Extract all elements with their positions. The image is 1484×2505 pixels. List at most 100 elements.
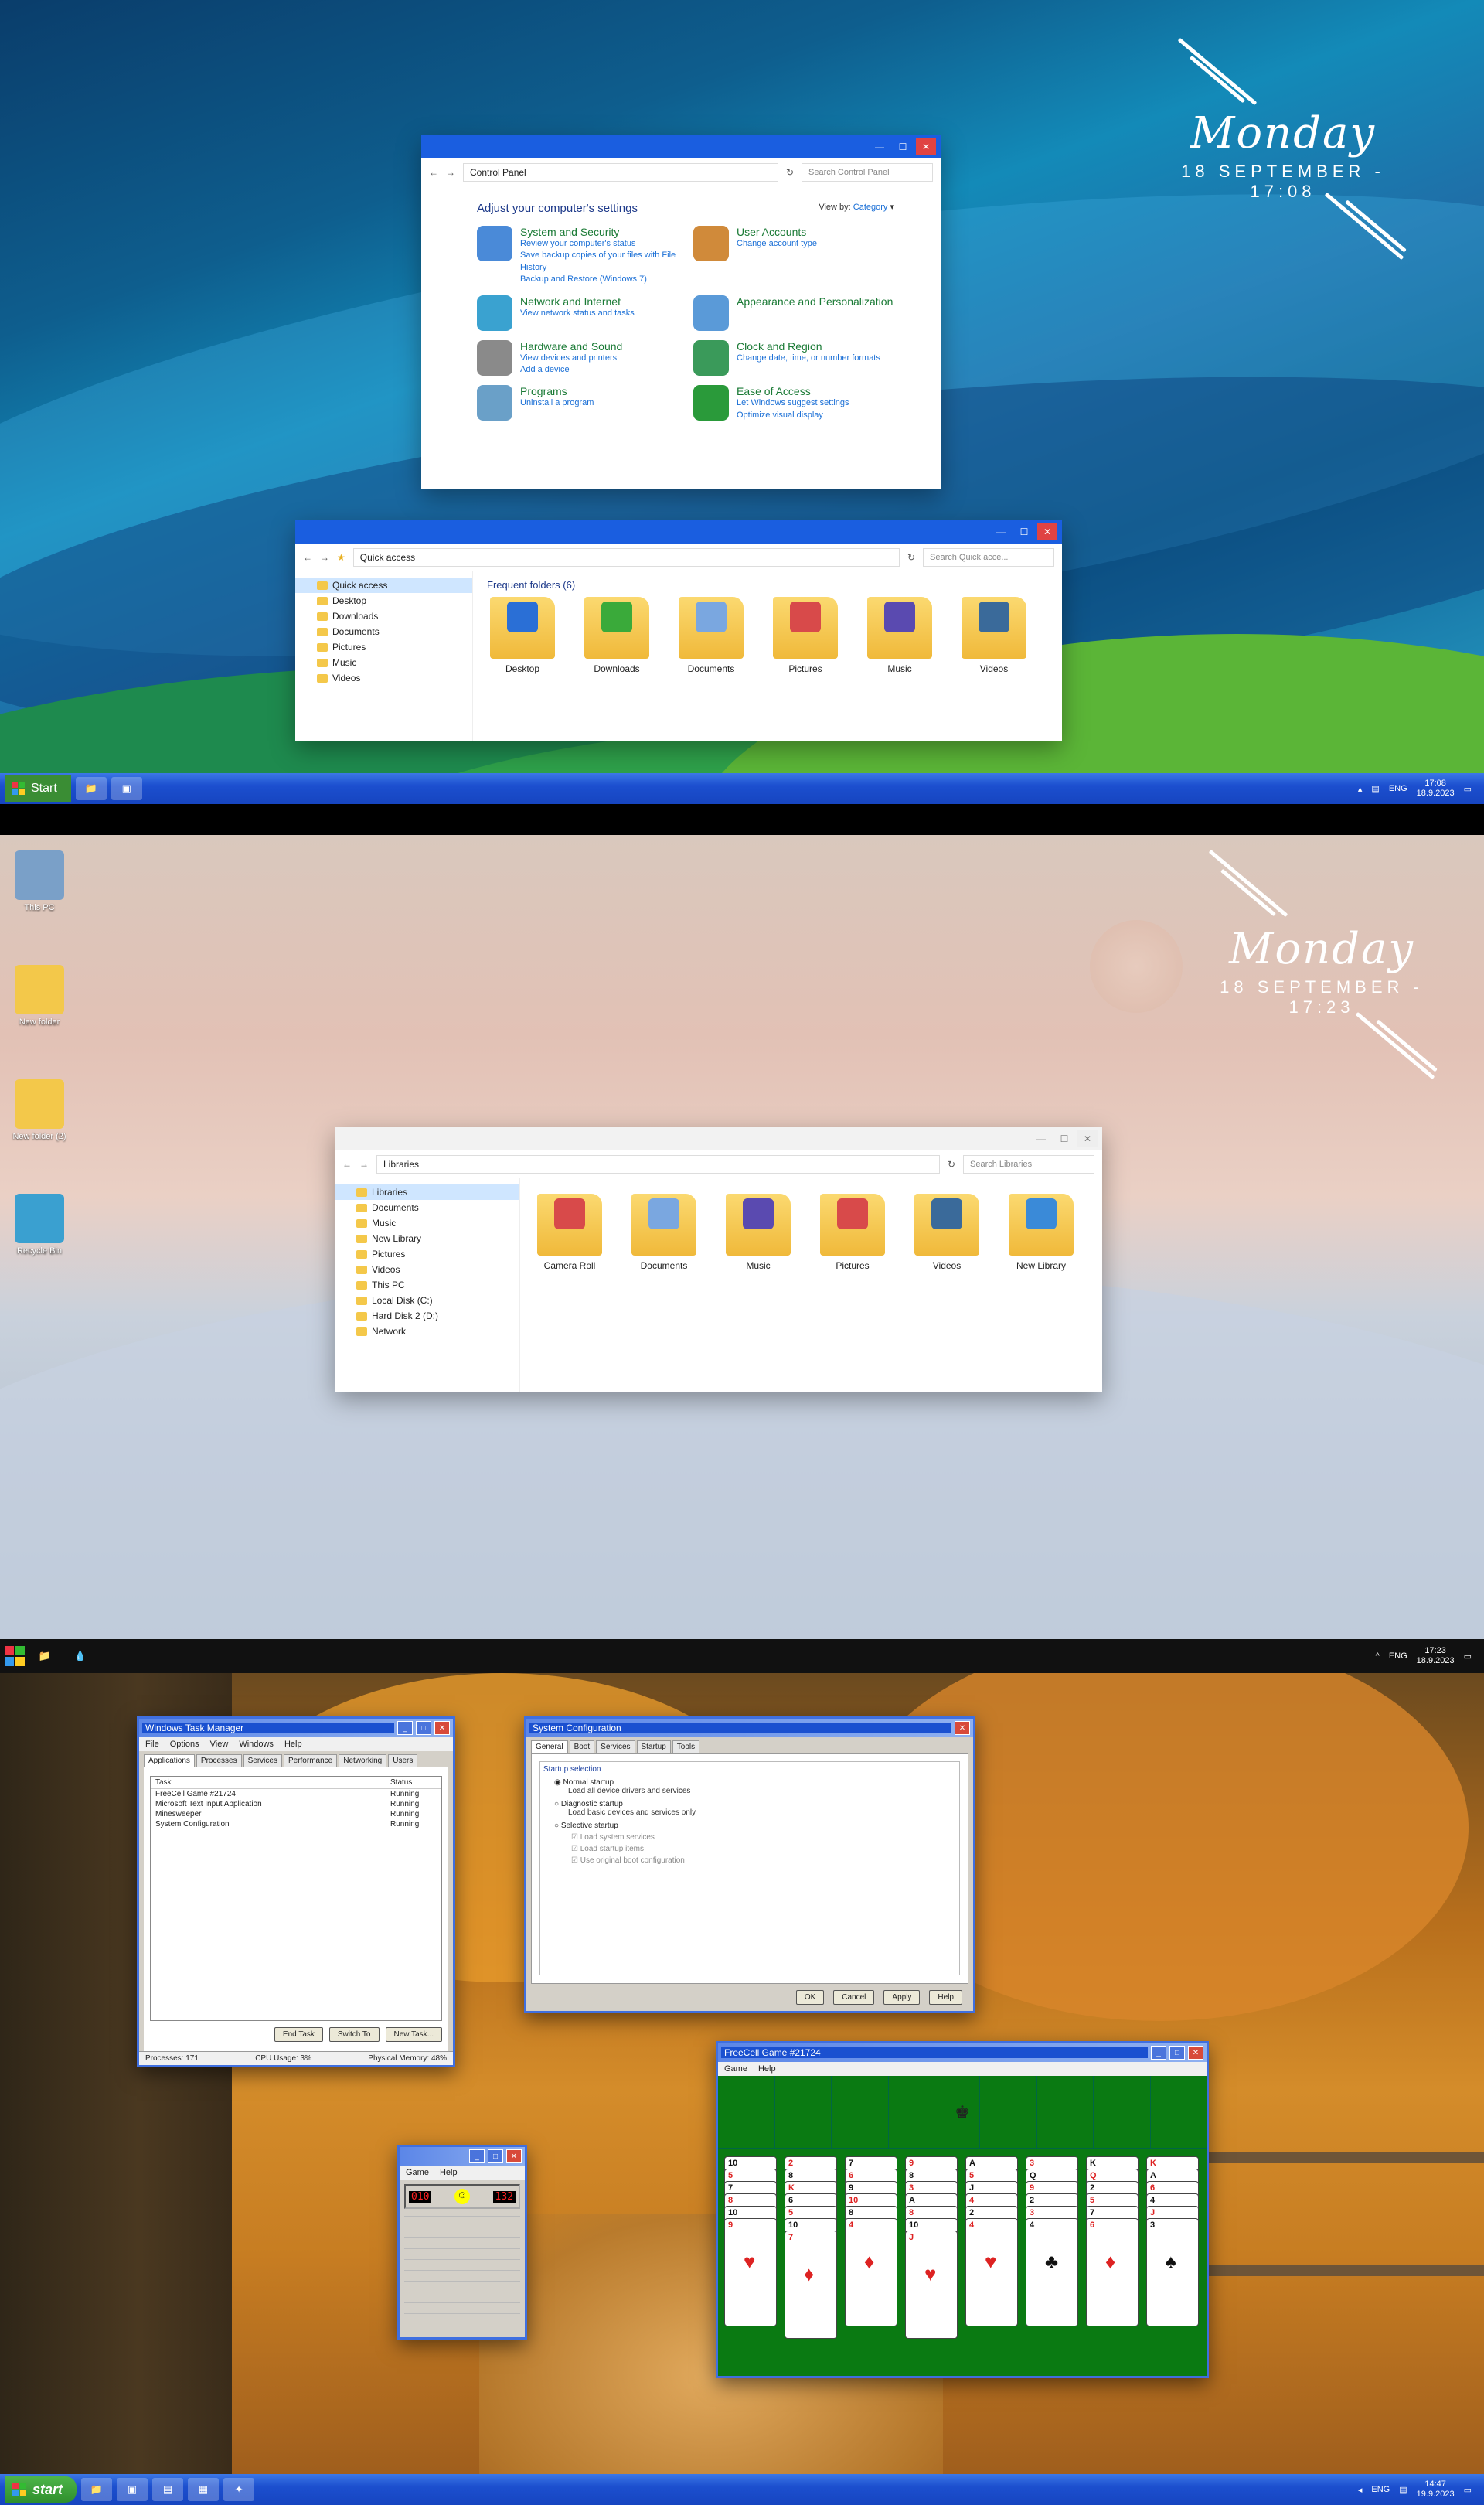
category-title[interactable]: Ease of Access [737, 385, 849, 397]
title-bar[interactable]: Windows Task Manager _ □ ✕ [139, 1719, 453, 1737]
tab[interactable]: Networking [339, 1754, 387, 1767]
notification-icon[interactable]: ▭ [1464, 784, 1472, 794]
category-item[interactable]: System and Security Review your computer'… [477, 226, 678, 286]
nav-item[interactable]: New Library [335, 1231, 519, 1246]
tab[interactable]: Boot [569, 1740, 595, 1753]
checkbox[interactable]: ☑ Use original boot configuration [571, 1856, 956, 1865]
close-button[interactable]: ✕ [955, 1721, 970, 1735]
folder-item[interactable]: Music [864, 597, 935, 674]
category-link[interactable]: Change account type [737, 238, 817, 250]
maximize-button[interactable]: □ [488, 2149, 503, 2163]
folder-item[interactable]: Desktop [487, 597, 558, 674]
menu-item[interactable]: Options [170, 1740, 199, 1749]
table-row[interactable]: Minesweeper Running [151, 1809, 441, 1819]
minimize-button[interactable]: _ [469, 2149, 485, 2163]
task-manager-window[interactable]: Windows Task Manager _ □ ✕ File Options Vi… [137, 1716, 455, 2067]
tab[interactable]: Services [596, 1740, 635, 1753]
category-item[interactable]: Appearance and Personalization [693, 295, 894, 331]
free-cell[interactable] [832, 2076, 889, 2148]
free-cell[interactable] [775, 2076, 832, 2148]
language-indicator[interactable]: ENG [1389, 1651, 1407, 1661]
section-header[interactable]: Frequent folders (6) [487, 579, 1048, 591]
desktop-icon[interactable]: Recycle Bin [5, 1194, 74, 1256]
tab[interactable]: Applications [144, 1754, 195, 1767]
title-bar[interactable]: — ☐ ✕ [295, 520, 1062, 544]
home-cell[interactable] [979, 2076, 1036, 2148]
dialog-button[interactable]: OK [795, 1990, 825, 2005]
taskbar-clock[interactable]: 14:47 19.9.2023 [1417, 2479, 1455, 2500]
title-bar[interactable]: System Configuration ✕ [526, 1719, 973, 1737]
category-item[interactable]: Hardware and Sound View devices and print… [477, 339, 678, 377]
dialog-button[interactable]: New Task... [385, 2027, 442, 2042]
address-bar[interactable]: Control Panel [463, 162, 778, 182]
search-input[interactable]: Search Quick acce... [923, 547, 1054, 567]
startup-radio[interactable]: ○ Selective startup [554, 1822, 956, 1830]
category-link[interactable]: Backup and Restore (Windows 7) [520, 274, 678, 285]
tab[interactable]: Users [388, 1754, 418, 1767]
playing-card[interactable]: 4♦ [845, 2218, 897, 2326]
checkbox[interactable]: ☑ Load system services [571, 1833, 956, 1842]
dialog-button[interactable]: End Task [274, 2027, 323, 2042]
taskbar-app-icon[interactable]: ▣ [117, 2478, 148, 2501]
startup-radio[interactable]: ◉ Normal startup Load all device drivers … [554, 1778, 956, 1795]
tab[interactable]: Tools [672, 1740, 700, 1753]
folder-item[interactable]: Documents [676, 597, 747, 674]
menu-item[interactable]: Help [284, 1740, 302, 1749]
table-row[interactable]: FreeCell Game #21724 Running [151, 1789, 441, 1799]
nav-item[interactable]: Downloads [295, 608, 472, 624]
menu-item[interactable]: Help [440, 2168, 458, 2177]
category-link[interactable]: Uninstall a program [520, 397, 594, 409]
menu-item[interactable]: Game [406, 2168, 429, 2177]
maximize-button[interactable]: ☐ [1014, 523, 1034, 540]
nav-item[interactable]: Hard Disk 2 (D:) [335, 1308, 519, 1324]
category-item[interactable]: User Accounts Change account type [693, 226, 894, 286]
category-link[interactable]: View network status and tasks [520, 308, 635, 319]
table-row[interactable]: Microsoft Text Input Application Running [151, 1799, 441, 1809]
refresh-icon[interactable]: ↻ [907, 552, 915, 563]
taskbar-explorer-icon[interactable]: 📁 [29, 1644, 60, 1668]
startup-radio[interactable]: ○ Diagnostic startup Load basic devices a… [554, 1800, 956, 1817]
dialog-button[interactable]: Apply [883, 1990, 921, 2005]
category-item[interactable]: Ease of Access Let Windows suggest settin… [693, 385, 894, 421]
nav-item[interactable]: Local Disk (C:) [335, 1293, 519, 1308]
playing-card[interactable]: J ♥ [905, 2231, 958, 2339]
category-title[interactable]: User Accounts [737, 226, 817, 238]
folder-item[interactable]: Pictures [817, 1194, 888, 1271]
address-bar[interactable]: Libraries [376, 1154, 940, 1174]
category-title[interactable]: Appearance and Personalization [737, 295, 893, 308]
playing-card[interactable]: 7 ♦ [785, 2231, 837, 2339]
minimize-button[interactable]: — [1031, 1130, 1051, 1147]
tab[interactable]: General [531, 1740, 568, 1753]
table-row[interactable]: System Configuration Running [151, 1819, 441, 1829]
desktop-icon[interactable]: New folder [5, 965, 74, 1027]
desktop-icon[interactable]: This PC [5, 850, 74, 912]
nav-item[interactable]: This PC [335, 1277, 519, 1293]
folder-item[interactable]: Documents [628, 1194, 699, 1271]
tab[interactable]: Services [243, 1754, 282, 1767]
control-panel-window[interactable]: — ☐ ✕ ← → Control Panel ↻ Search Control… [421, 135, 941, 489]
category-title[interactable]: Programs [520, 385, 594, 397]
system-configuration-window[interactable]: System Configuration ✕ General Boot Servic… [524, 1716, 975, 2013]
title-bar[interactable]: — ☐ ✕ [421, 135, 941, 158]
nav-item[interactable]: Pictures [295, 639, 472, 655]
mine-grid[interactable] [404, 2214, 520, 2314]
maximize-button[interactable]: □ [1169, 2046, 1185, 2060]
home-cell[interactable] [1036, 2076, 1094, 2148]
category-item[interactable]: Clock and Region Change date, time, or nu… [693, 339, 894, 377]
taskbar-explorer-icon[interactable]: 📁 [75, 777, 107, 800]
maximize-button[interactable]: ☐ [893, 138, 913, 155]
taskbar-explorer-icon[interactable]: 📁 [81, 2478, 113, 2501]
tab[interactable]: Performance [283, 1754, 338, 1767]
playing-card[interactable]: 6♦ [1086, 2218, 1139, 2326]
column-status[interactable]: Status [390, 1778, 437, 1787]
tray-arrow-icon[interactable]: ◂ [1358, 2485, 1363, 2495]
minimize-button[interactable]: _ [397, 1721, 413, 1735]
checkbox[interactable]: ☑ Load startup items [571, 1845, 956, 1853]
taskbar-control-panel-icon[interactable]: ▣ [111, 777, 142, 800]
menu-item[interactable]: Game [724, 2064, 747, 2074]
minimize-button[interactable]: — [991, 523, 1011, 540]
category-link[interactable]: Save backup copies of your files with Fi… [520, 250, 678, 274]
menu-item[interactable]: View [210, 1740, 229, 1749]
maximize-button[interactable]: ☐ [1054, 1130, 1074, 1147]
playing-card[interactable]: 3 ♠ [1146, 2218, 1199, 2326]
